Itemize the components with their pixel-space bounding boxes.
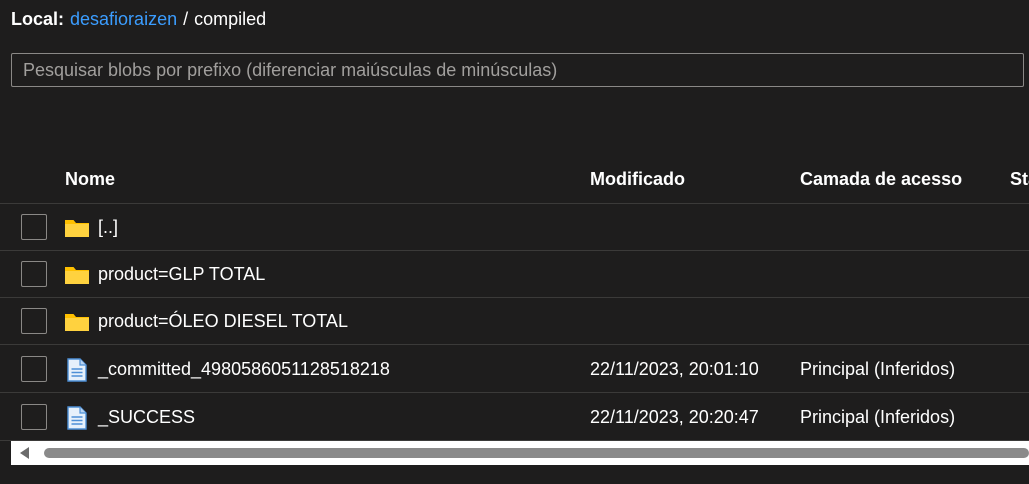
row-name[interactable]: _SUCCESS xyxy=(98,406,195,428)
folder-icon xyxy=(65,220,89,237)
row-modified: 22/11/2023, 20:20:47 xyxy=(590,407,759,427)
row-checkbox[interactable] xyxy=(21,404,47,430)
row-name[interactable]: _committed_4980586051128518218 xyxy=(98,358,390,380)
row-checkbox[interactable] xyxy=(21,261,47,287)
breadcrumb-label: Local: xyxy=(11,9,65,29)
table-row[interactable]: _SUCCESS 22/11/2023, 20:20:47 Principal … xyxy=(0,394,1029,441)
row-name[interactable]: product=GLP TOTAL xyxy=(98,263,265,285)
column-header-name[interactable]: Nome xyxy=(65,168,115,190)
file-icon xyxy=(67,406,87,430)
row-checkbox[interactable] xyxy=(21,214,47,240)
table-row[interactable]: [..] xyxy=(0,204,1029,251)
file-icon xyxy=(67,358,87,382)
scrollbar-thumb[interactable] xyxy=(44,448,1029,458)
column-header-modified[interactable]: Modificado xyxy=(590,168,685,190)
breadcrumb-separator: / xyxy=(183,9,189,29)
row-access-tier: Principal (Inferidos) xyxy=(800,359,956,379)
breadcrumb-current: compiled xyxy=(194,9,267,29)
row-name[interactable]: [..] xyxy=(98,216,118,238)
row-checkbox[interactable] xyxy=(21,308,47,334)
breadcrumb-container-link[interactable]: desafioraizen xyxy=(70,9,177,29)
scroll-left-arrow-icon[interactable] xyxy=(20,447,29,459)
storage-browser: Local:desafioraizen /compiled Nome Modifi… xyxy=(0,0,1029,484)
table-row[interactable]: product=GLP TOTAL xyxy=(0,251,1029,298)
table-row[interactable]: product=ÓLEO DIESEL TOTAL xyxy=(0,298,1029,345)
table-header: Nome Modificado Camada de acesso Sta xyxy=(0,155,1029,204)
column-header-status[interactable]: Sta xyxy=(1010,168,1029,190)
row-modified: 22/11/2023, 20:01:10 xyxy=(590,359,759,379)
truncated-top-content xyxy=(0,0,1029,3)
table-row[interactable]: _committed_4980586051128518218 22/11/202… xyxy=(0,346,1029,393)
folder-icon xyxy=(65,314,89,331)
search-input[interactable] xyxy=(11,53,1024,87)
horizontal-scrollbar[interactable] xyxy=(11,441,1029,465)
breadcrumb: Local: desafioraizen / compiled xyxy=(11,7,266,31)
row-checkbox[interactable] xyxy=(21,356,47,382)
row-name[interactable]: product=ÓLEO DIESEL TOTAL xyxy=(98,310,348,332)
column-header-access-tier[interactable]: Camada de acesso xyxy=(800,168,962,190)
row-access-tier: Principal (Inferidos) xyxy=(800,407,956,427)
folder-icon xyxy=(65,267,89,284)
